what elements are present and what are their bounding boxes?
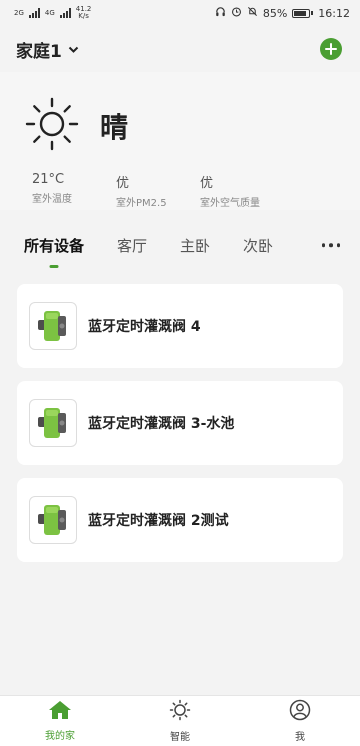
signal-icon-2 <box>59 8 71 18</box>
device-name: 蓝牙定时灌溉阀 4 <box>88 319 201 335</box>
metric-value: 优 <box>200 176 214 191</box>
weather-panel: 晴 21°C 室外温度 优 室外PM2.5 优 室外空气质量 <box>0 72 360 210</box>
signal-icon-1 <box>28 8 40 18</box>
chevron-down-icon <box>68 39 79 59</box>
device-list: 蓝牙定时灌溉阀 4 蓝牙定时灌溉阀 3-水池 蓝牙定时灌溉阀 2测试 <box>0 270 360 562</box>
nav-label: 我 <box>295 732 305 743</box>
metric-label: 室外空气质量 <box>200 198 260 209</box>
nav-label: 智能 <box>170 732 190 743</box>
bottom-nav: 我的家 智能 我 <box>0 695 360 746</box>
headset-icon <box>215 6 226 20</box>
clock: 16:12 <box>318 6 350 20</box>
valve-device-icon <box>29 496 77 544</box>
alarm-icon <box>231 6 242 20</box>
more-tabs-icon[interactable] <box>321 243 340 247</box>
metric-value: 优 <box>116 176 130 191</box>
valve-device-icon <box>29 302 77 350</box>
mute-bell-icon <box>247 6 258 20</box>
metric-temperature: 21°C 室外温度 <box>32 172 116 209</box>
tab-second-bedroom[interactable]: 次卧 <box>243 235 273 256</box>
device-name: 蓝牙定时灌溉阀 3-水池 <box>88 416 235 432</box>
metric-pm25: 优 室外PM2.5 <box>116 172 200 209</box>
metric-label: 室外温度 <box>32 194 72 205</box>
tab-all-devices[interactable]: 所有设备 <box>24 235 84 256</box>
network-speed: 41.2 K/s <box>76 6 92 20</box>
device-card[interactable]: 蓝牙定时灌溉阀 4 <box>17 284 343 368</box>
network-label-2: 4G <box>44 9 55 17</box>
metric-label: 室外PM2.5 <box>116 198 167 209</box>
top-bar: 家庭1 <box>0 26 360 72</box>
battery-percent: 85% <box>262 6 288 20</box>
nav-me[interactable]: 我 <box>240 696 360 746</box>
home-name: 家庭1 <box>16 41 62 62</box>
device-card[interactable]: 蓝牙定时灌溉阀 3-水池 <box>17 381 343 465</box>
nav-label: 我的家 <box>45 731 75 742</box>
weather-condition: 晴 <box>100 111 129 144</box>
nav-smart[interactable]: 智能 <box>120 696 240 746</box>
weather-metrics: 21°C 室外温度 优 室外PM2.5 优 室外空气质量 <box>24 172 336 209</box>
device-name: 蓝牙定时灌溉阀 2测试 <box>88 513 229 529</box>
home-selector[interactable]: 家庭1 <box>16 37 79 62</box>
room-tabs: 所有设备 客厅 主卧 次卧 <box>0 220 360 270</box>
nav-my-home[interactable]: 我的家 <box>0 696 120 746</box>
sun-outline-icon <box>169 699 191 725</box>
speed-unit: K/s <box>78 12 89 20</box>
user-icon <box>289 699 311 725</box>
valve-device-icon <box>29 399 77 447</box>
home-icon <box>48 700 72 724</box>
device-card[interactable]: 蓝牙定时灌溉阀 2测试 <box>17 478 343 562</box>
network-label-1: 2G <box>14 9 24 17</box>
sun-icon <box>24 96 80 156</box>
battery-icon <box>292 8 314 18</box>
metric-value: 21°C <box>32 172 65 187</box>
metric-air-quality: 优 室外空气质量 <box>200 172 284 209</box>
status-bar: 2G 4G 41.2 K/s 85% 16:12 <box>0 0 360 26</box>
tab-living-room[interactable]: 客厅 <box>117 235 147 256</box>
add-device-button[interactable] <box>320 38 342 60</box>
tab-master-bedroom[interactable]: 主卧 <box>180 235 210 256</box>
